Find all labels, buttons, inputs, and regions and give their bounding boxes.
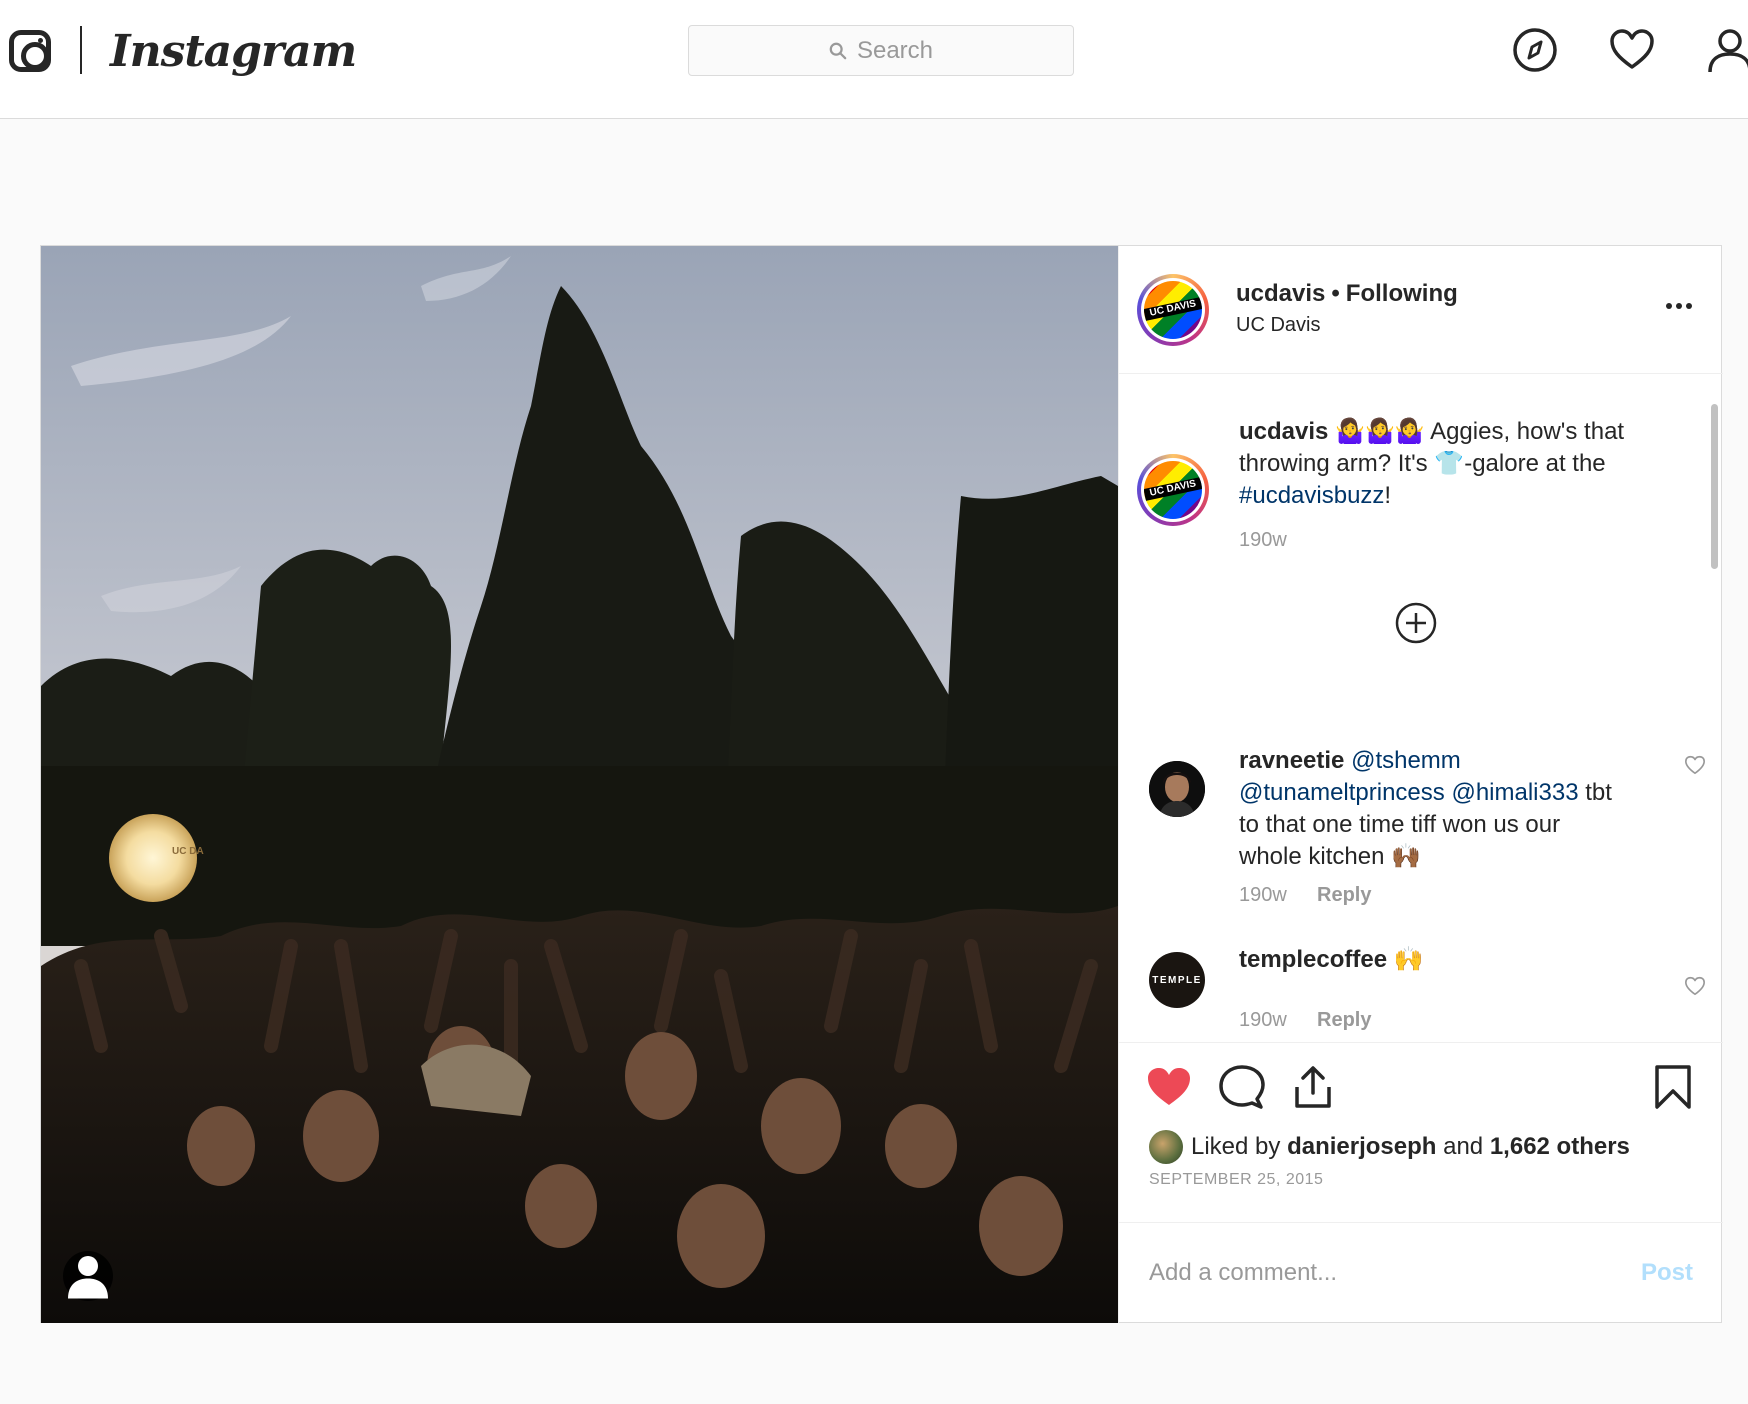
balloon-label: UC DA bbox=[172, 846, 204, 857]
post-date[interactable]: SEPTEMBER 25, 2015 bbox=[1149, 1171, 1323, 1189]
top-navigation-bar: Instagram Search bbox=[0, 0, 1748, 119]
logo-divider bbox=[80, 26, 82, 74]
search-placeholder: Search bbox=[856, 36, 934, 64]
comment-username[interactable]: ravneetie bbox=[1239, 747, 1344, 774]
like-heart-icon[interactable] bbox=[1145, 1063, 1193, 1111]
likes-summary: Liked by danierjoseph and 1,662 others bbox=[1149, 1129, 1630, 1165]
instagram-glyph-icon[interactable] bbox=[9, 30, 51, 72]
comment-timestamp[interactable]: 190w bbox=[1239, 884, 1287, 907]
follow-status-button[interactable]: Following bbox=[1346, 280, 1458, 307]
profile-icon[interactable] bbox=[1706, 26, 1748, 74]
caption-username[interactable]: ucdavis bbox=[1239, 418, 1328, 445]
shirt-emoji: 👕 bbox=[1434, 450, 1465, 477]
author-avatar[interactable]: UC DAVIS bbox=[1137, 274, 1209, 346]
author-username[interactable]: ucdavis bbox=[1236, 280, 1325, 307]
likes-count-link[interactable]: 1,662 others bbox=[1490, 1133, 1630, 1161]
comments-list[interactable]: UC DAVIS ucdavis 🤷‍♀️🤷‍♀️🤷‍♀️ Aggies, ho… bbox=[1119, 374, 1723, 1042]
post-caption: ucdavis 🤷‍♀️🤷‍♀️🤷‍♀️ Aggies, how's that … bbox=[1239, 416, 1669, 512]
liker-username[interactable]: danierjoseph bbox=[1287, 1133, 1436, 1161]
more-options-icon[interactable] bbox=[1659, 296, 1699, 316]
person-icon bbox=[68, 1256, 108, 1299]
like-comment-heart-icon[interactable] bbox=[1684, 754, 1706, 776]
author-line: ucdavis • Following bbox=[1236, 280, 1458, 308]
caption-emoji: 🤷‍♀️🤷‍♀️🤷‍♀️ bbox=[1335, 418, 1425, 445]
hashtag-link[interactable]: #ucdavisbuzz bbox=[1239, 482, 1384, 509]
post-photo[interactable]: UC DA bbox=[41, 246, 1118, 1323]
post-card: UC DA UC DAVIS ucdavis • Following UC Da… bbox=[40, 245, 1723, 1323]
load-more-comments-icon[interactable] bbox=[1395, 602, 1437, 644]
post-comment-button[interactable]: Post bbox=[1641, 1253, 1693, 1293]
comment-emoji: 🙌 bbox=[1393, 946, 1424, 973]
explore-compass-icon[interactable] bbox=[1511, 26, 1559, 74]
caption-end: ! bbox=[1384, 482, 1392, 509]
comment-input[interactable] bbox=[1149, 1253, 1589, 1293]
liker-avatar[interactable] bbox=[1149, 1130, 1183, 1164]
post-actions: Liked by danierjoseph and 1,662 others S… bbox=[1119, 1042, 1723, 1192]
portrait-image bbox=[1149, 761, 1205, 817]
reply-button[interactable]: Reply bbox=[1317, 884, 1371, 907]
reply-button[interactable]: Reply bbox=[1317, 1009, 1371, 1032]
search-icon bbox=[829, 42, 847, 59]
mention-link[interactable]: @himali333 bbox=[1451, 779, 1578, 806]
share-icon[interactable] bbox=[1289, 1063, 1337, 1111]
post-location[interactable]: UC Davis bbox=[1236, 314, 1320, 337]
concert-crowd-image: UC DA bbox=[41, 246, 1118, 1323]
comment-username[interactable]: templecoffee bbox=[1239, 946, 1387, 973]
commenter-avatar[interactable]: TEMPLE bbox=[1149, 952, 1205, 1008]
commenter-avatar[interactable] bbox=[1149, 761, 1205, 817]
comment-bubble-icon[interactable] bbox=[1217, 1063, 1265, 1111]
comment-emoji: 🙌🏾 bbox=[1391, 843, 1421, 870]
caption-text-2: -galore at the bbox=[1464, 450, 1606, 477]
activity-heart-icon[interactable] bbox=[1608, 26, 1656, 74]
comment-body: ravneetie @tshemm @tunameltprincess @him… bbox=[1239, 745, 1619, 873]
comment-body: templecoffee 🙌 bbox=[1239, 944, 1619, 976]
separator-dot: • bbox=[1331, 280, 1340, 307]
post-side-panel: UC DAVIS ucdavis • Following UC Davis UC D… bbox=[1118, 246, 1723, 1323]
ucdavis-rainbow-logo: UC DAVIS bbox=[1144, 281, 1202, 339]
caption-timestamp[interactable]: 190w bbox=[1239, 529, 1287, 552]
tagged-users-button[interactable] bbox=[63, 1251, 113, 1301]
like-comment-heart-icon[interactable] bbox=[1684, 975, 1706, 997]
search-box[interactable]: Search bbox=[688, 25, 1074, 76]
comments-scrollbar[interactable] bbox=[1711, 404, 1718, 569]
instagram-wordmark[interactable]: Instagram bbox=[110, 22, 357, 82]
mention-link[interactable]: @tunameltprincess bbox=[1239, 779, 1445, 806]
save-bookmark-icon[interactable] bbox=[1649, 1063, 1697, 1111]
comment-timestamp[interactable]: 190w bbox=[1239, 1009, 1287, 1032]
ucdavis-rainbow-logo: UC DAVIS bbox=[1144, 461, 1202, 519]
mention-link[interactable]: @tshemm bbox=[1351, 747, 1461, 774]
caption-avatar[interactable]: UC DAVIS bbox=[1137, 454, 1209, 526]
post-header: UC DAVIS ucdavis • Following UC Davis bbox=[1119, 246, 1723, 374]
add-comment-bar: Post bbox=[1119, 1222, 1723, 1323]
